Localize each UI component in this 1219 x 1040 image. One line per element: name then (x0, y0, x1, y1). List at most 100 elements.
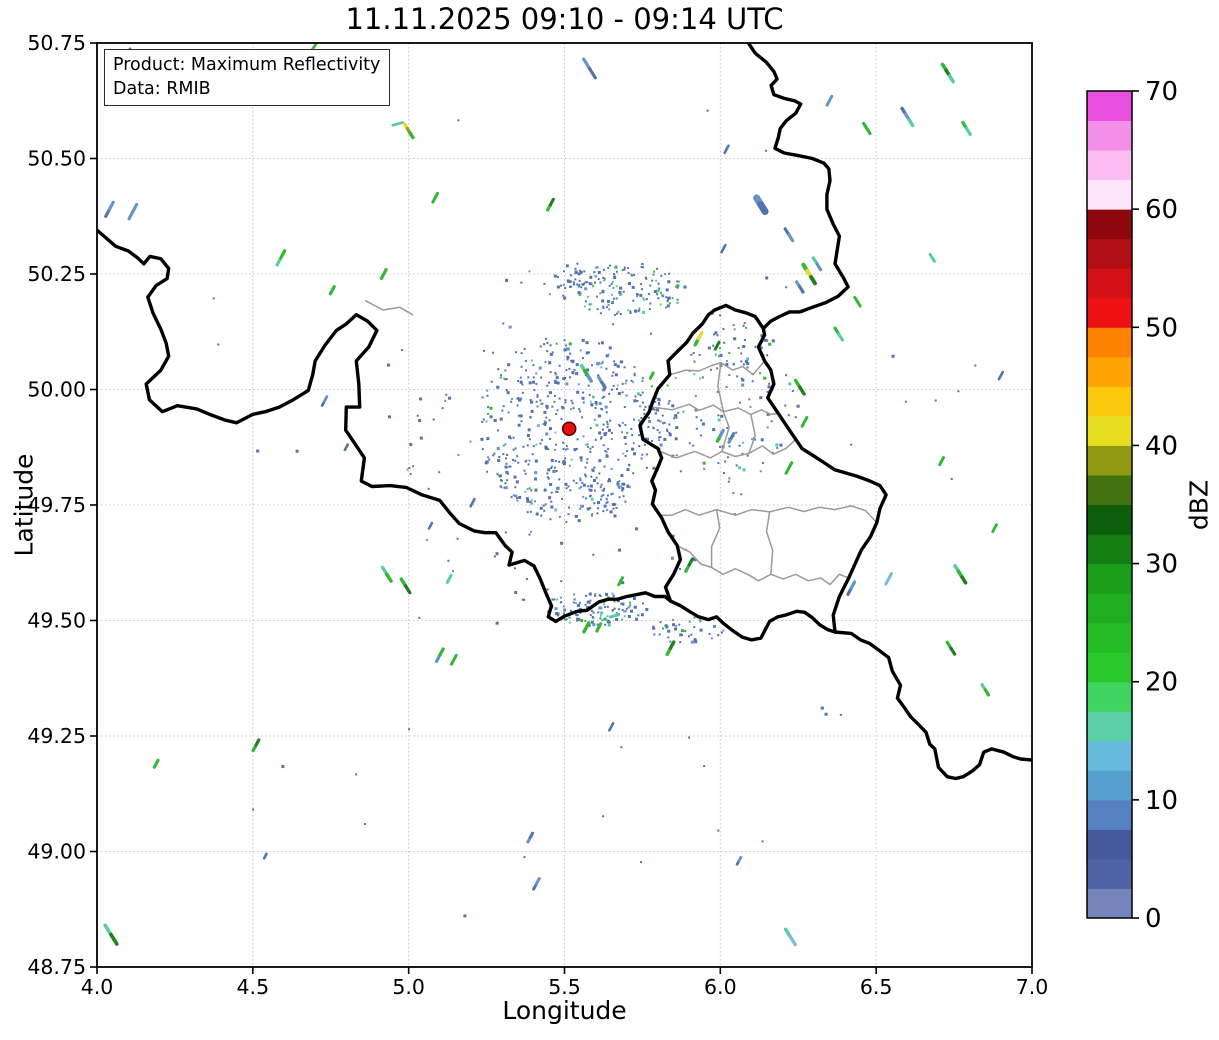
echo-speckle (582, 401, 585, 404)
echo-speckle (603, 279, 606, 282)
echo-speckle (452, 570, 455, 573)
echo-speckle (635, 292, 638, 295)
echo-speckle (603, 277, 606, 280)
echo-speckle (530, 359, 533, 362)
echo-speckle (549, 371, 552, 374)
colorbar-band (1087, 710, 1132, 742)
echo-speckle (586, 341, 589, 344)
echo-speckle (600, 437, 603, 440)
echo-speckle (543, 282, 546, 285)
echo-speckle (566, 279, 570, 283)
echo-speckle (629, 310, 632, 313)
echo-speckle (740, 352, 743, 355)
echo-speckle (645, 298, 648, 301)
echo-speckle (523, 347, 526, 350)
echo-speckle (540, 376, 543, 379)
echo-speckle (632, 597, 636, 601)
echo-speckle (587, 446, 590, 449)
echo-speckle (556, 612, 560, 616)
echo-speckle (520, 281, 523, 284)
echo-speckle (597, 611, 600, 614)
echo-speckle (742, 441, 745, 444)
echo-speckle (486, 412, 489, 415)
echo-speckle (580, 459, 583, 462)
echo-speckle (540, 403, 543, 406)
echo-speckle (608, 477, 611, 480)
echo-speckle (534, 459, 538, 463)
echo-streak (809, 275, 817, 286)
echo-speckle (665, 288, 669, 292)
echo-speckle (647, 416, 650, 419)
echo-speckle (492, 454, 495, 457)
echo-speckle (672, 623, 676, 627)
echo-speckle (574, 271, 578, 275)
echo-streak (548, 197, 555, 207)
echo-speckle (576, 390, 580, 394)
colorbar-tick-label: 10 (1145, 786, 1178, 816)
echo-speckle (567, 506, 570, 509)
echo-speckle (517, 379, 520, 382)
echo-streak (729, 432, 736, 440)
annotation-product-line: Product: Maximum Reflectivity (113, 55, 381, 75)
echo-speckle (666, 304, 670, 308)
echo-speckle (585, 497, 588, 500)
echo-speckle (694, 395, 697, 398)
echo-speckle (613, 607, 616, 610)
echo-speckle (562, 270, 565, 273)
echo-speckle (539, 399, 542, 402)
echo-speckle (617, 548, 621, 552)
echo-speckle (787, 414, 790, 417)
echo-speckle (513, 475, 517, 479)
echo-speckle (511, 458, 514, 461)
echo-speckle (658, 431, 661, 434)
echo-speckle (573, 598, 576, 601)
echo-speckle (605, 454, 609, 458)
echo-speckle (620, 293, 623, 296)
echo-speckle (532, 445, 535, 448)
echo-speckle (588, 592, 592, 596)
echo-speckle (683, 285, 687, 289)
echo-speckle (546, 406, 549, 409)
echo-speckle (574, 267, 577, 270)
echo-speckle (501, 409, 504, 412)
echo-speckle (504, 486, 508, 490)
echo-speckle (519, 414, 523, 418)
echo-speckle (606, 423, 609, 426)
echo-speckle (585, 594, 588, 597)
echo-speckle (600, 341, 604, 345)
echo-speckle (765, 149, 768, 152)
echo-speckle (671, 556, 675, 560)
echo-speckle (212, 297, 215, 300)
echo-speckle (577, 285, 580, 288)
echo-speckle (528, 438, 531, 441)
echo-speckle (584, 281, 587, 284)
echo-speckle (583, 270, 586, 273)
echo-speckle (767, 385, 771, 389)
echo-speckle (543, 410, 547, 414)
echo-speckle (751, 380, 754, 383)
echo-speckle (521, 383, 524, 386)
echo-speckle (506, 391, 510, 395)
echo-speckle (671, 618, 674, 621)
echo-speckle (456, 537, 459, 540)
echo-speckle (602, 444, 605, 447)
echo-speckle (601, 299, 605, 303)
echo-speckle (710, 637, 713, 640)
echo-streak (907, 118, 915, 128)
echo-speckle (675, 426, 679, 430)
echo-speckle (649, 284, 652, 287)
echo-speckle (489, 406, 493, 410)
echo-speckle (526, 444, 529, 447)
grid-layer (96, 42, 1033, 968)
echo-speckle (576, 283, 579, 286)
echo-speckle (732, 324, 735, 327)
echo-speckle (540, 438, 543, 441)
echo-speckle (740, 377, 743, 380)
echo-speckle (555, 376, 559, 380)
echo-speckle (605, 367, 608, 370)
echo-speckle (693, 616, 696, 619)
echo-speckle (554, 607, 558, 611)
echo-speckle (621, 391, 624, 394)
echo-speckle (550, 491, 553, 494)
echo-streak (928, 252, 936, 263)
